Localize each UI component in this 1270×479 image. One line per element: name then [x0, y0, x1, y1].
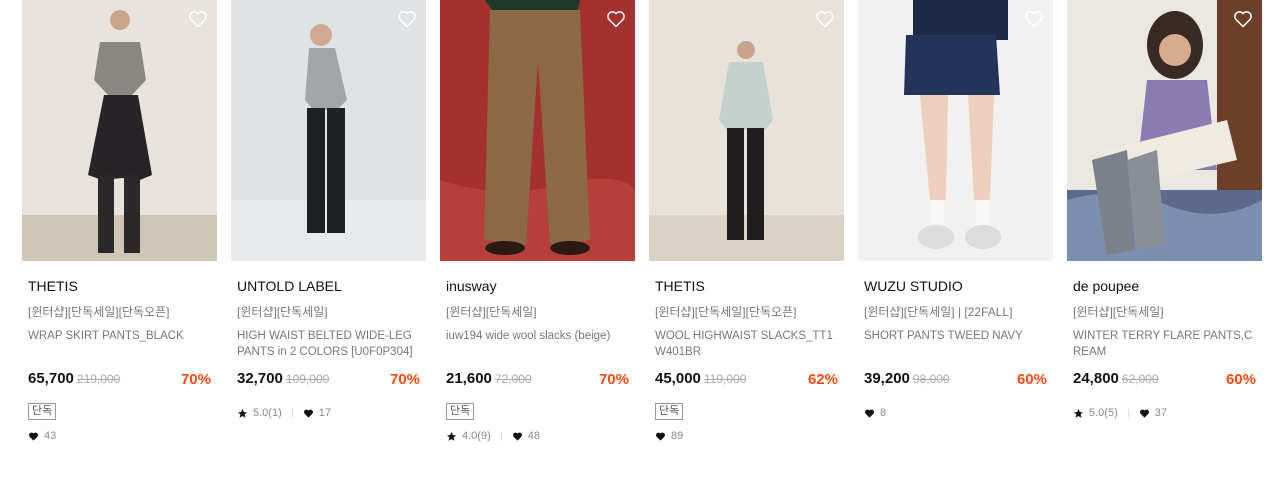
product-card[interactable]: THETIS [윈터샵][단독세일][단독오픈] WRAP SKIRT PANT… [22, 0, 217, 443]
like-heart-icon [656, 432, 665, 441]
like-heart-icon [1139, 409, 1149, 418]
product-name[interactable]: SHORT PANTS TWEED NAVY [864, 328, 1047, 360]
discount-rate: 60% [1225, 371, 1256, 388]
product-meta: 5.0(5) 37 [1073, 406, 1262, 420]
product-photo [858, 0, 1053, 261]
discount-rate: 70% [180, 371, 211, 388]
product-meta: 43 [28, 429, 217, 443]
wishlist-heart-icon[interactable] [1233, 9, 1253, 29]
rating: 4.0(9) [462, 430, 491, 442]
product-card[interactable]: THETIS [윈터샵][단독세일][단독오픈] WOOL HIGHWAIST … [649, 0, 844, 443]
product-image[interactable] [231, 0, 426, 261]
promo-tags: [윈터샵][단독세일] [237, 305, 328, 319]
wishlist-heart-icon[interactable] [606, 9, 626, 29]
promo-tags: [윈터샵][단독세일] [1073, 305, 1164, 319]
brand-name[interactable]: WUZU STUDIO [864, 278, 1053, 295]
rating: 5.0(5) [1089, 407, 1118, 419]
product-name[interactable]: WOOL HIGHWAIST SLACKS_TT1W401BR [655, 328, 838, 360]
star-icon [237, 408, 248, 418]
product-image[interactable] [649, 0, 844, 261]
product-photo [440, 0, 635, 261]
product-grid: THETIS [윈터샵][단독세일][단독오픈] WRAP SKIRT PANT… [0, 0, 1270, 479]
original-price: 98,000 [912, 372, 950, 386]
like-count: 43 [44, 430, 57, 442]
star-icon [446, 431, 457, 441]
price-row: 39,200 98,000 60% [864, 370, 1047, 390]
brand-name[interactable]: THETIS [28, 278, 217, 295]
original-price: 109,000 [285, 372, 330, 386]
star-icon [1073, 408, 1084, 418]
price-row: 21,600 72,000 70% [446, 370, 629, 390]
product-name[interactable]: WINTER TERRY FLARE PANTS,CREAM [1073, 328, 1256, 360]
sale-price: 24,800 [1073, 370, 1119, 387]
discount-rate: 70% [598, 371, 629, 388]
price-row: 45,000 119,000 62% [655, 370, 838, 390]
rating: 5.0(1) [253, 407, 282, 419]
exclusive-badge: 단독 [446, 403, 475, 420]
divider [1127, 408, 1129, 418]
product-name[interactable]: iuw194 wide wool slacks (beige) [446, 328, 629, 360]
promo-tags: [윈터샵][단독세일] | [22FALL] [864, 305, 1013, 319]
original-price: 119,000 [703, 372, 747, 386]
product-meta: 89 [655, 429, 844, 443]
brand-name[interactable]: UNTOLD LABEL [237, 278, 426, 295]
wishlist-heart-icon[interactable] [815, 9, 835, 29]
like-count: 89 [671, 430, 684, 442]
product-image[interactable] [22, 0, 217, 261]
product-card[interactable]: WUZU STUDIO [윈터샵][단독세일] | [22FALL] SHORT… [858, 0, 1053, 420]
original-price: 219,000 [76, 372, 121, 386]
original-price: 62,000 [1121, 372, 1159, 386]
product-meta: 5.0(1) 17 [237, 406, 426, 420]
original-price: 72,000 [494, 372, 532, 386]
brand-name[interactable]: de poupee [1073, 278, 1262, 295]
like-count: 8 [880, 407, 887, 419]
wishlist-heart-icon[interactable] [397, 9, 417, 29]
promo-tags: [윈터샵][단독세일][단독오픈] [28, 305, 170, 319]
product-card[interactable]: UNTOLD LABEL [윈터샵][단독세일] HIGH WAIST BELT… [231, 0, 426, 420]
product-name[interactable]: HIGH WAIST BELTED WIDE-LEG PANTS in 2 CO… [237, 328, 420, 360]
price-row: 24,800 62,000 60% [1073, 370, 1256, 390]
sale-price: 45,000 [655, 370, 701, 387]
discount-rate: 60% [1016, 371, 1047, 388]
price-row: 32,700 109,000 70% [237, 370, 420, 390]
like-heart-icon [512, 432, 522, 441]
brand-name[interactable]: THETIS [655, 278, 844, 295]
sale-price: 39,200 [864, 370, 910, 387]
like-count: 17 [318, 407, 331, 419]
exclusive-badge: 단독 [655, 403, 684, 420]
product-photo [231, 0, 426, 261]
like-heart-icon [29, 432, 38, 441]
divider [291, 408, 293, 418]
product-photo [1067, 0, 1262, 261]
exclusive-badge: 단독 [28, 403, 57, 420]
like-count: 37 [1154, 407, 1167, 419]
sale-price: 32,700 [237, 370, 283, 387]
like-heart-icon [865, 409, 874, 418]
like-count: 48 [527, 430, 540, 442]
brand-name[interactable]: inusway [446, 278, 635, 295]
discount-rate: 70% [389, 371, 420, 388]
sale-price: 21,600 [446, 370, 492, 387]
product-image[interactable] [858, 0, 1053, 261]
product-meta: 8 [864, 406, 1053, 420]
wishlist-heart-icon[interactable] [188, 9, 208, 29]
product-image[interactable] [440, 0, 635, 261]
wishlist-heart-icon[interactable] [1024, 9, 1044, 29]
product-image[interactable] [1067, 0, 1262, 261]
like-heart-icon [303, 409, 313, 418]
divider [500, 431, 502, 441]
promo-tags: [윈터샵][단독세일] [446, 305, 537, 319]
product-meta: 4.0(9) 48 [446, 429, 635, 443]
product-card[interactable]: de poupee [윈터샵][단독세일] WINTER TERRY FLARE… [1067, 0, 1262, 420]
discount-rate: 62% [807, 371, 838, 388]
sale-price: 65,700 [28, 370, 74, 387]
product-photo [649, 0, 844, 261]
product-card[interactable]: inusway [윈터샵][단독세일] iuw194 wide wool sla… [440, 0, 635, 443]
product-name[interactable]: WRAP SKIRT PANTS_BLACK [28, 328, 211, 360]
price-row: 65,700 219,000 70% [28, 370, 211, 390]
promo-tags: [윈터샵][단독세일][단독오픈] [655, 305, 797, 319]
product-photo [22, 0, 217, 261]
